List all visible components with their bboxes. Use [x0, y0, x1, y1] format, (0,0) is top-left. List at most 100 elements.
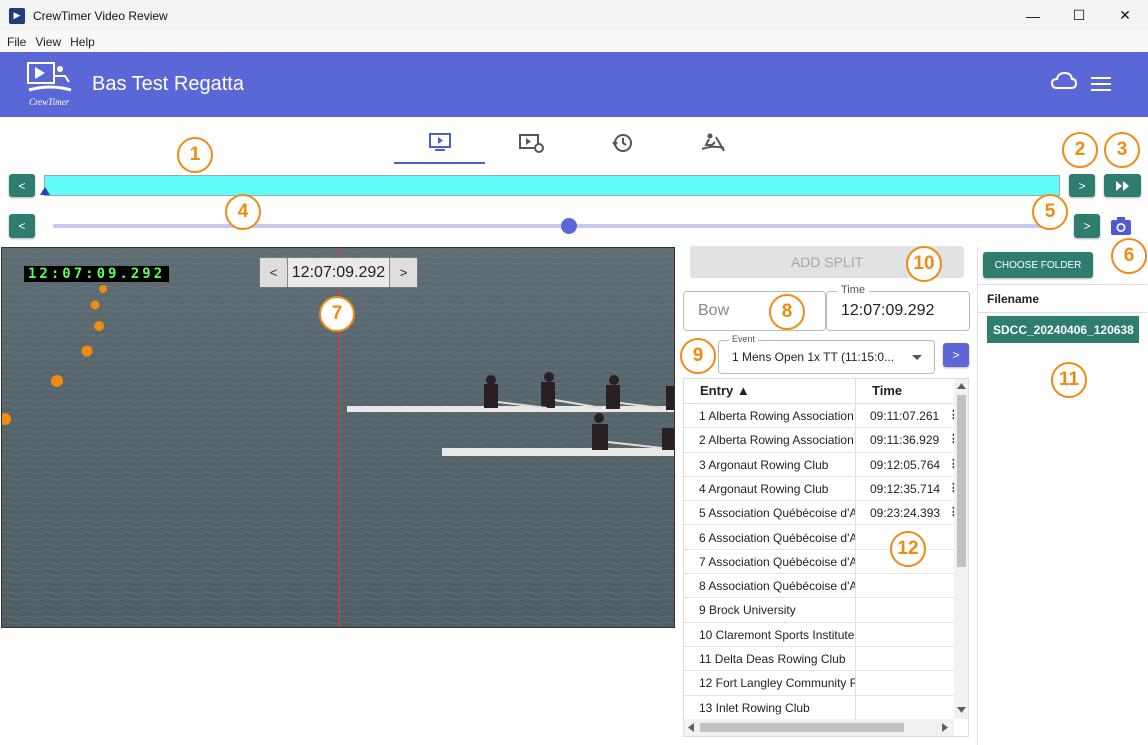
- callout-7: 7: [319, 296, 355, 332]
- video-settings-icon: [518, 134, 544, 153]
- minimize-button[interactable]: —: [1010, 0, 1056, 31]
- column-time[interactable]: Time: [872, 383, 902, 398]
- svg-text:CrewTimer: CrewTimer: [29, 97, 70, 107]
- title-bar: ▶ CrewTimer Video Review: [0, 0, 1148, 31]
- tab-video-settings[interactable]: [485, 122, 576, 164]
- fast-forward-button[interactable]: [1104, 174, 1141, 197]
- scroll-up-icon: [957, 383, 966, 389]
- table-row[interactable]: 9 Brock University: [684, 598, 954, 623]
- time-stepper-next[interactable]: >: [390, 258, 417, 287]
- camera-snapshot-icon[interactable]: [1109, 215, 1133, 237]
- time-stepper-prev[interactable]: <: [260, 258, 287, 287]
- callout-11: 11: [1051, 362, 1087, 398]
- close-button[interactable]: ✕: [1102, 0, 1148, 31]
- table-row[interactable]: 1 Alberta Rowing Association 09:11:07.261…: [684, 404, 959, 429]
- time-stepper: < 12:07:09.292 >: [259, 257, 418, 288]
- tab-history[interactable]: [576, 122, 667, 164]
- history-icon: [611, 134, 632, 152]
- app-header: CrewTimer Bas Test Regatta: [0, 52, 1148, 117]
- prev-clip-button[interactable]: <: [9, 174, 35, 197]
- entry-cell: 10 Claremont Sports Institute: [699, 627, 855, 642]
- next-frame-button[interactable]: >: [1074, 214, 1100, 238]
- time-field-value: 12:07:09.292: [841, 302, 935, 319]
- entry-cell: 7 Association Québécoise d'A: [699, 554, 855, 569]
- cloud-icon[interactable]: [1050, 70, 1078, 92]
- horizontal-scroll-thumb[interactable]: [700, 723, 904, 732]
- callout-5: 5: [1032, 194, 1068, 230]
- entry-cell: 6 Association Québécoise d'A: [699, 530, 855, 545]
- time-cell: 09:11:36.929: [870, 433, 940, 448]
- fast-forward-icon: [1115, 180, 1129, 191]
- table-row[interactable]: 3 Argonaut Rowing Club09:12:05.764⋮: [684, 453, 959, 477]
- vertical-scroll-thumb[interactable]: [957, 395, 966, 567]
- column-entry[interactable]: Entry ▲: [700, 383, 750, 398]
- menu-help[interactable]: Help: [70, 35, 95, 49]
- scroll-left-icon: [688, 723, 694, 732]
- entries-table: Entry ▲ Time 1 Alberta Rowing Associatio…: [683, 378, 969, 737]
- rower-icon: [701, 133, 725, 152]
- event-select[interactable]: Event 1 Mens Open 1x TT (11:15:0...: [718, 334, 935, 374]
- time-cell: 09:12:35.714: [870, 481, 941, 496]
- table-row[interactable]: 2 Alberta Rowing Association 09:11:36.929…: [684, 428, 959, 453]
- table-row[interactable]: 10 Claremont Sports Institute: [684, 623, 954, 647]
- table-row[interactable]: 13 Inlet Rowing Club: [684, 696, 954, 720]
- scroll-down-icon: [957, 707, 966, 713]
- time-cell: 09:23:24.393: [870, 506, 941, 521]
- prev-frame-button[interactable]: <: [9, 214, 35, 238]
- tab-video-review[interactable]: [394, 122, 485, 164]
- table-row[interactable]: 8 Association Québécoise d'A: [684, 574, 954, 599]
- time-field-label: Time: [837, 284, 870, 296]
- entry-cell: 11 Delta Deas Rowing Club: [699, 652, 846, 666]
- table-header: Entry ▲ Time: [684, 379, 954, 404]
- hamburger-menu-icon[interactable]: [1090, 76, 1112, 92]
- callout-6: 6: [1111, 238, 1147, 274]
- callout-3: 3: [1104, 132, 1140, 168]
- crewtimer-logo: CrewTimer: [25, 60, 75, 110]
- video-play-icon: [428, 133, 451, 151]
- menu-view[interactable]: View: [35, 35, 61, 49]
- video-timestamp-overlay: 12:07:09.292: [24, 266, 170, 282]
- table-row[interactable]: 11 Delta Deas Rowing Club: [684, 647, 954, 672]
- frame-slider-thumb[interactable]: [561, 218, 577, 234]
- vertical-scrollbar[interactable]: [954, 379, 968, 719]
- chevron-down-icon: [912, 355, 922, 360]
- next-event-button[interactable]: >: [943, 343, 969, 367]
- regatta-title: Bas Test Regatta: [92, 73, 244, 95]
- entry-cell: 2 Alberta Rowing Association: [699, 433, 854, 448]
- file-list-item-selected[interactable]: SDCC_20240406_120638: [987, 316, 1139, 343]
- event-select-value: 1 Mens Open 1x TT (11:15:0...: [732, 350, 895, 364]
- clip-timeline[interactable]: [40, 175, 1060, 196]
- frame-slider[interactable]: [53, 224, 1058, 228]
- callout-10: 10: [906, 246, 942, 282]
- maximize-button[interactable]: ☐: [1056, 0, 1102, 31]
- horizontal-scrollbar[interactable]: [684, 719, 954, 736]
- filename-column-header: Filename: [978, 284, 1147, 313]
- entry-cell: 4 Argonaut Rowing Club: [699, 481, 829, 496]
- tab-rowing[interactable]: [667, 122, 758, 164]
- table-row[interactable]: 5 Association Québécoise d'A 09:23:24.393…: [684, 501, 959, 526]
- callout-8: 8: [769, 294, 805, 330]
- entry-cell: 5 Association Québécoise d'A: [699, 506, 855, 521]
- entry-cell: 1 Alberta Rowing Association: [699, 409, 854, 423]
- window-title: CrewTimer Video Review: [33, 8, 168, 23]
- next-clip-button[interactable]: >: [1069, 174, 1095, 197]
- entry-cell: 13 Inlet Rowing Club: [699, 700, 810, 715]
- callout-1: 1: [177, 137, 213, 173]
- choose-folder-button[interactable]: CHOOSE FOLDER: [983, 252, 1093, 278]
- callout-2: 2: [1062, 132, 1098, 168]
- timeline-marker-icon: [40, 187, 50, 195]
- entry-cell: 9 Brock University: [699, 603, 796, 618]
- entry-cell: 3 Argonaut Rowing Club: [699, 457, 829, 472]
- time-stepper-value: 12:07:09.292: [287, 258, 390, 287]
- callout-9: 9: [680, 338, 716, 374]
- table-row[interactable]: 12 Fort Langley Community R: [684, 671, 954, 696]
- entry-cell: 12 Fort Langley Community R: [699, 676, 855, 691]
- scroll-right-icon: [942, 723, 948, 732]
- time-field[interactable]: Time 12:07:09.292: [826, 284, 970, 331]
- app-icon: ▶: [9, 7, 25, 24]
- table-row[interactable]: 4 Argonaut Rowing Club09:12:35.714⋮: [684, 477, 959, 502]
- time-cell: 09:12:05.764: [870, 457, 941, 472]
- menu-file[interactable]: File: [7, 35, 26, 49]
- time-cell: 09:11:07.261: [870, 409, 940, 423]
- event-select-label: Event: [729, 334, 759, 344]
